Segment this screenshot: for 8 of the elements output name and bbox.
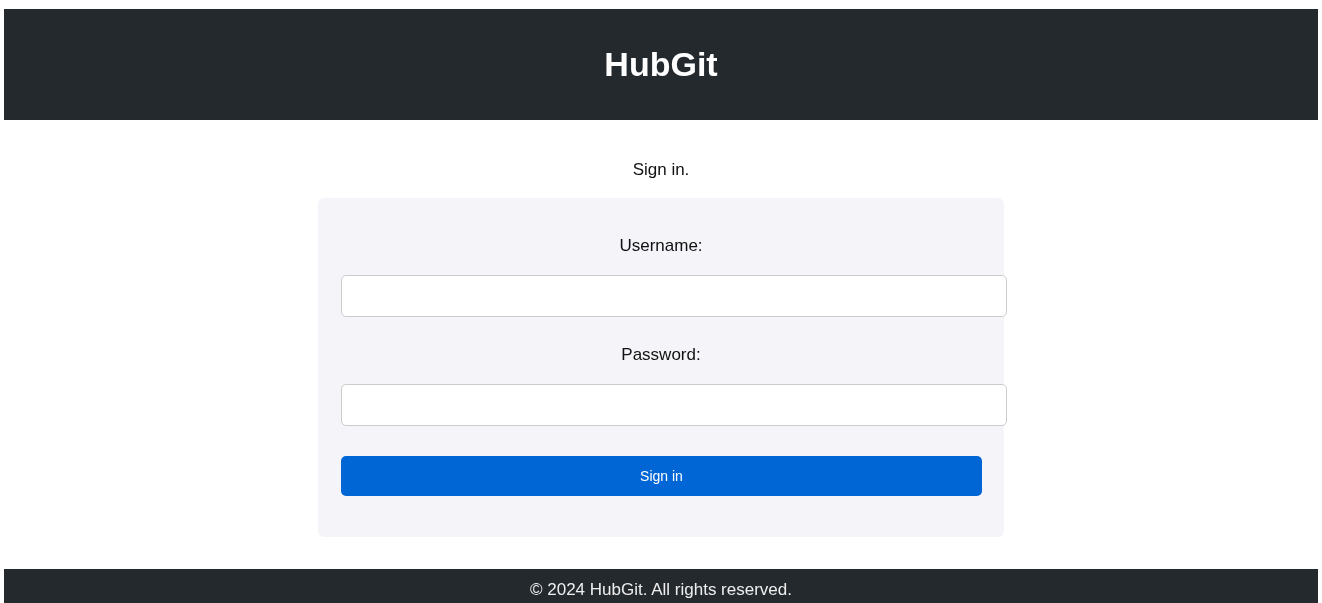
sign-in-button[interactable]: Sign in bbox=[341, 456, 982, 496]
field-label: Username: bbox=[619, 236, 703, 256]
input-field[interactable] bbox=[341, 384, 1007, 426]
input-field[interactable] bbox=[341, 275, 1007, 317]
intro-text: Sign in. bbox=[632, 160, 690, 180]
field-label: Password: bbox=[621, 345, 701, 365]
copyright-text: © 2024 HubGit. All rights reserved. bbox=[530, 580, 792, 600]
site-title: HubGit bbox=[604, 45, 718, 84]
